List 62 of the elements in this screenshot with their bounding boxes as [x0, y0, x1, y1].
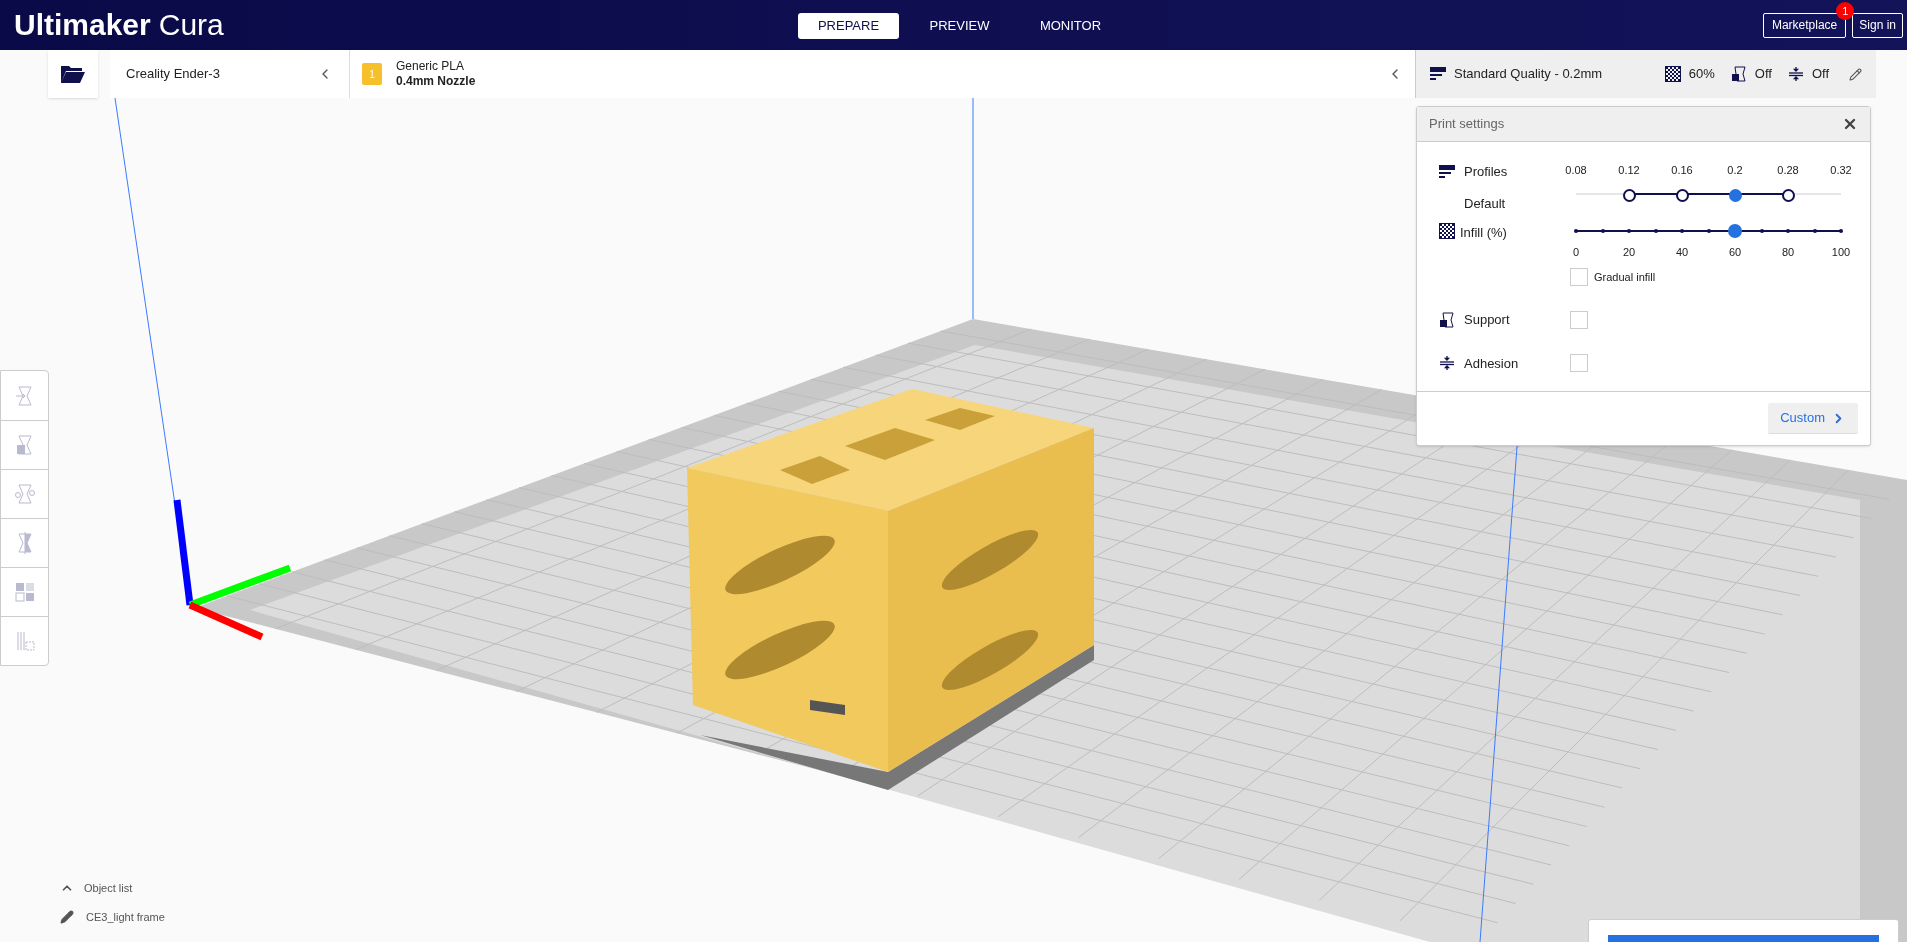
- close-icon[interactable]: [1842, 116, 1858, 132]
- infill-tick-label: 20: [1622, 245, 1636, 260]
- open-file-button[interactable]: [48, 50, 98, 98]
- profile-icon: [1439, 163, 1455, 180]
- adhesion-icon: [1787, 66, 1804, 82]
- adhesion-value: Off: [1811, 65, 1829, 84]
- infill-tick-label: 100: [1831, 245, 1851, 260]
- sign-in-button[interactable]: Sign in: [1852, 12, 1903, 38]
- stage-tab[interactable]: PREPARE: [798, 13, 899, 39]
- nozzle-size: 0.4mm Nozzle: [396, 74, 476, 89]
- layer-height-label: 0.28: [1777, 163, 1799, 178]
- pencil-icon: [60, 909, 74, 924]
- layer-height-label: 0.2: [1727, 163, 1743, 178]
- gradual-infill-checkbox[interactable]: [1570, 268, 1588, 286]
- adhesion-label: Adhesion: [1464, 354, 1519, 373]
- quality-profile: Standard Quality - 0.2mm: [1454, 65, 1603, 84]
- layer-height-label: 0.08: [1565, 163, 1587, 178]
- per-model-settings-icon: [12, 580, 37, 604]
- profiles-label: Profiles: [1464, 163, 1508, 181]
- profile-slider-stop[interactable]: [1728, 189, 1742, 202]
- custom-button[interactable]: Custom: [1768, 403, 1858, 434]
- gradual-infill-label: Gradual infill: [1594, 269, 1656, 285]
- layer-height-label: 0.16: [1671, 163, 1693, 178]
- infill-icon: [1439, 223, 1455, 239]
- support-icon: [1730, 66, 1747, 82]
- adhesion-icon: [1439, 355, 1455, 372]
- stage-tab[interactable]: PREVIEW: [909, 13, 1010, 39]
- extruder-badge: 1: [362, 63, 382, 85]
- folder-icon: [60, 64, 86, 84]
- logo-wordmark: Ultimaker: [14, 10, 151, 40]
- profile-icon: [1430, 66, 1446, 82]
- profile-slider-stop[interactable]: [1622, 189, 1636, 202]
- infill-icon: [1664, 66, 1681, 82]
- infill-tick-label: 80: [1781, 245, 1795, 260]
- infill-value: 60%: [1688, 65, 1715, 84]
- support-value: Off: [1754, 65, 1772, 84]
- stage-tab[interactable]: MONITOR: [1020, 13, 1121, 39]
- infill-tick-label: 60: [1728, 245, 1742, 260]
- profile-name: Default: [1463, 194, 1507, 213]
- layer-height-label: 0.32: [1830, 163, 1852, 178]
- logo-product-name: Cura: [158, 10, 224, 40]
- notification-badge: 1: [1836, 2, 1855, 21]
- support-label: Support: [1464, 311, 1510, 329]
- profile-slider-stop[interactable]: [1781, 189, 1795, 202]
- material-name: Generic PLA: [396, 59, 465, 74]
- infill-label: Infill (%): [1460, 224, 1507, 242]
- infill-tick-label: 0: [1572, 245, 1580, 260]
- object-name: CE3_light frame: [86, 909, 165, 925]
- support-checkbox[interactable]: [1570, 310, 1588, 329]
- infill-slider-thumb[interactable]: [1728, 224, 1742, 238]
- adhesion-checkbox[interactable]: [1570, 354, 1588, 373]
- panel-title: Print settings: [1429, 115, 1505, 134]
- material-selector[interactable]: 1 Generic PLA 0.4mm Nozzle: [350, 50, 1415, 98]
- print-settings-summary[interactable]: Standard Quality - 0.2mm 60% Off Off: [1415, 50, 1876, 98]
- pencil-icon: [1849, 67, 1862, 81]
- rotate-tool-icon: [12, 482, 37, 506]
- object-list-toggle[interactable]: Object list: [60, 880, 165, 897]
- printer-selector[interactable]: Creality Ender-3: [110, 50, 350, 98]
- profile-slider-stop[interactable]: [1675, 189, 1689, 202]
- infill-tick-label: 40: [1675, 245, 1689, 260]
- support-icon: [1439, 311, 1455, 328]
- layer-height-label: 0.12: [1618, 163, 1640, 178]
